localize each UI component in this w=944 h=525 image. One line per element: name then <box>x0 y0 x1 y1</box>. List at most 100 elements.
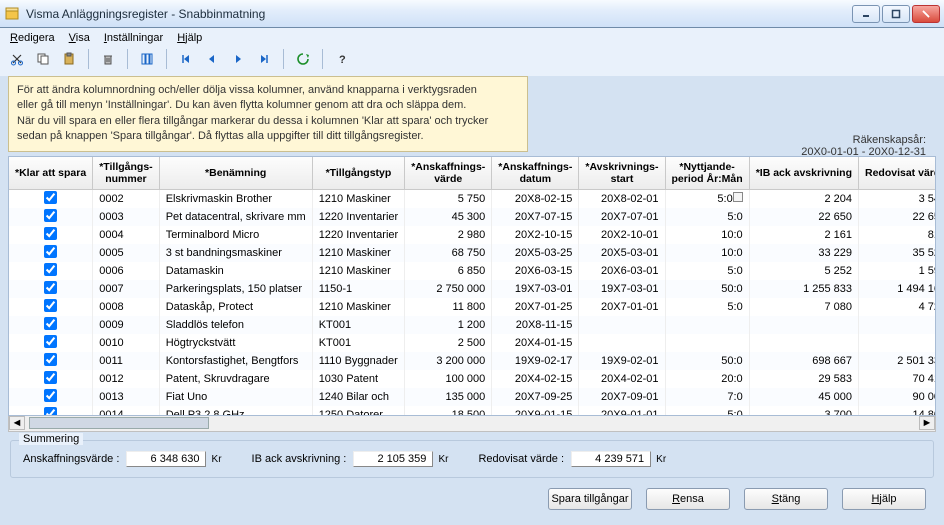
menu-redigera[interactable]: Redigera <box>10 32 55 44</box>
cell[interactable]: 20X5-03-01 <box>579 244 665 262</box>
cell[interactable]: 0014 <box>93 406 159 416</box>
copy-icon[interactable] <box>32 48 54 70</box>
table-row[interactable]: 0014Dell P3 2,8 GHz1250 Datorer18 50020X… <box>9 406 936 416</box>
table-row[interactable]: 0008Dataskåp, Protect1210 Maskiner11 800… <box>9 298 936 316</box>
cell[interactable]: 20X2-10-15 <box>492 226 579 244</box>
close-button[interactable] <box>912 5 940 23</box>
cell[interactable]: KT001 <box>312 334 405 352</box>
cell[interactable]: 20:0 <box>665 370 749 388</box>
cell[interactable] <box>749 334 858 352</box>
cell[interactable]: Terminalbord Micro <box>159 226 312 244</box>
cell[interactable]: 2 161 <box>749 226 858 244</box>
cell[interactable]: 698 667 <box>749 352 858 370</box>
cell[interactable]: Parkeringsplats, 150 platser <box>159 280 312 298</box>
cell[interactable]: 7:0 <box>665 388 749 406</box>
maximize-button[interactable] <box>882 5 910 23</box>
cell[interactable]: Dataskåp, Protect <box>159 298 312 316</box>
cell[interactable]: 0003 <box>93 208 159 226</box>
cell[interactable]: 45 300 <box>405 208 492 226</box>
cell[interactable]: 2 500 <box>405 334 492 352</box>
cell[interactable]: 0006 <box>93 262 159 280</box>
cell[interactable]: 4 720 <box>859 298 937 316</box>
cell[interactable] <box>9 208 93 226</box>
cell[interactable]: 3 700 <box>749 406 858 416</box>
scroll-left-arrow[interactable]: ◄ <box>9 416 25 430</box>
ready-checkbox[interactable] <box>44 191 57 204</box>
cell[interactable]: 0005 <box>93 244 159 262</box>
cell[interactable] <box>665 334 749 352</box>
table-row[interactable]: 0013Fiat Uno1240 Bilar och135 00020X7-09… <box>9 388 936 406</box>
column-header[interactable]: *Benämning <box>159 157 312 190</box>
scroll-right-arrow[interactable]: ► <box>919 416 935 430</box>
cell[interactable] <box>9 298 93 316</box>
minimize-button[interactable] <box>852 5 880 23</box>
cell[interactable]: 20X7-07-01 <box>579 208 665 226</box>
cell[interactable]: 45 000 <box>749 388 858 406</box>
cell[interactable]: 22 650 <box>859 208 937 226</box>
cell[interactable] <box>579 334 665 352</box>
cell[interactable] <box>9 316 93 334</box>
ready-checkbox[interactable] <box>44 389 57 402</box>
menu-visa[interactable]: Visa <box>69 32 90 44</box>
ready-checkbox[interactable] <box>44 317 57 330</box>
cell[interactable]: 135 000 <box>405 388 492 406</box>
cell[interactable]: 19X7-03-01 <box>492 280 579 298</box>
cell[interactable]: 6 850 <box>405 262 492 280</box>
cell[interactable]: 2 501 333 <box>859 352 937 370</box>
cell[interactable]: 33 229 <box>749 244 858 262</box>
ready-checkbox[interactable] <box>44 353 57 366</box>
table-row[interactable]: 0003Pet datacentral, skrivare mm1220 Inv… <box>9 208 936 226</box>
cell[interactable]: 20X7-09-01 <box>579 388 665 406</box>
cell[interactable]: 0002 <box>93 189 159 208</box>
nav-prev-icon[interactable] <box>201 48 223 70</box>
cut-icon[interactable] <box>6 48 28 70</box>
cell[interactable]: 1250 Datorer <box>312 406 405 416</box>
table-row[interactable]: 0009Sladdlös telefonKT0011 20020X8-11-15 <box>9 316 936 334</box>
cell[interactable]: 19X9-02-01 <box>579 352 665 370</box>
cell[interactable]: 3 200 000 <box>405 352 492 370</box>
paste-icon[interactable] <box>58 48 80 70</box>
scroll-thumb[interactable] <box>29 417 209 429</box>
table-row[interactable]: 0004Terminalbord Micro1220 Inventarier2 … <box>9 226 936 244</box>
cell[interactable]: 20X4-01-15 <box>492 334 579 352</box>
cell[interactable]: Pet datacentral, skrivare mm <box>159 208 312 226</box>
cell[interactable] <box>9 262 93 280</box>
cell[interactable] <box>579 316 665 334</box>
cell[interactable]: 1 598 <box>859 262 937 280</box>
cell[interactable]: 1030 Patent <box>312 370 405 388</box>
cell[interactable] <box>9 189 93 208</box>
help-icon[interactable]: ? <box>331 48 353 70</box>
cell[interactable] <box>9 406 93 416</box>
nav-next-icon[interactable] <box>227 48 249 70</box>
cell[interactable]: 10:0 <box>665 244 749 262</box>
column-header[interactable]: *Tillgångs-nummer <box>93 157 159 190</box>
cell[interactable]: KT001 <box>312 316 405 334</box>
cell[interactable]: 68 750 <box>405 244 492 262</box>
cell[interactable]: 20X8-02-01 <box>579 189 665 208</box>
cell[interactable]: 20X9-01-15 <box>492 406 579 416</box>
cell[interactable]: 7 080 <box>749 298 858 316</box>
cell[interactable]: 19X7-03-01 <box>579 280 665 298</box>
spinner-icon[interactable] <box>733 192 743 202</box>
cell[interactable] <box>859 334 937 352</box>
cell[interactable]: 2 204 <box>749 189 858 208</box>
cell[interactable]: 11 800 <box>405 298 492 316</box>
cell[interactable]: 5:0 <box>665 298 749 316</box>
cell[interactable]: 29 583 <box>749 370 858 388</box>
cell[interactable]: 22 650 <box>749 208 858 226</box>
cell[interactable]: 1210 Maskiner <box>312 189 405 208</box>
cell[interactable]: 20X9-01-01 <box>579 406 665 416</box>
columns-icon[interactable] <box>136 48 158 70</box>
cell[interactable]: 20X5-03-25 <box>492 244 579 262</box>
ready-checkbox[interactable] <box>44 407 57 416</box>
help-button[interactable]: Hjälp <box>842 488 926 510</box>
horizontal-scrollbar[interactable]: ◄ ► <box>8 416 936 432</box>
refresh-icon[interactable] <box>292 48 314 70</box>
cell[interactable]: 1210 Maskiner <box>312 262 405 280</box>
menu-hjalp[interactable]: Hjälp <box>177 32 202 44</box>
cell[interactable]: 0011 <box>93 352 159 370</box>
cell[interactable]: 20X7-07-15 <box>492 208 579 226</box>
ready-checkbox[interactable] <box>44 299 57 312</box>
cell[interactable]: 35 521 <box>859 244 937 262</box>
column-header[interactable]: *Nyttjande-period År:Mån <box>665 157 749 190</box>
